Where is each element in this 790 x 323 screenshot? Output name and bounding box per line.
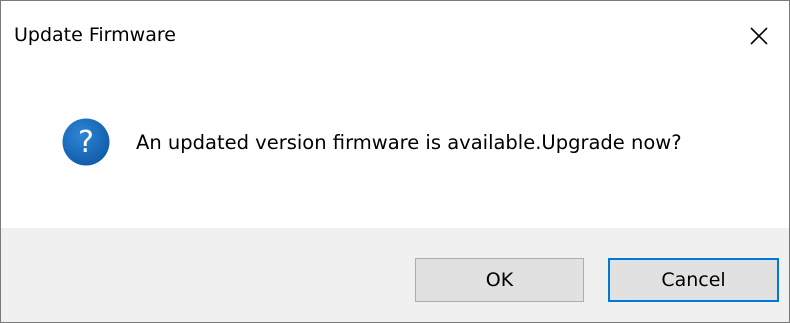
ok-button[interactable]: OK <box>415 258 584 302</box>
dialog-message: An updated version firmware is available… <box>136 131 682 154</box>
close-icon <box>750 27 768 45</box>
message-dialog: Update Firmware ? An updated version fir… <box>0 0 790 323</box>
cancel-button[interactable]: Cancel <box>608 258 779 302</box>
dialog-content: ? An updated version firmware is availab… <box>1 81 789 228</box>
dialog-title: Update Firmware <box>14 24 176 46</box>
close-button[interactable] <box>729 1 789 71</box>
question-icon: ? <box>62 118 110 166</box>
dialog-footer: OK Cancel <box>1 228 789 322</box>
title-bar: Update Firmware <box>1 1 789 81</box>
svg-text:?: ? <box>78 125 94 160</box>
